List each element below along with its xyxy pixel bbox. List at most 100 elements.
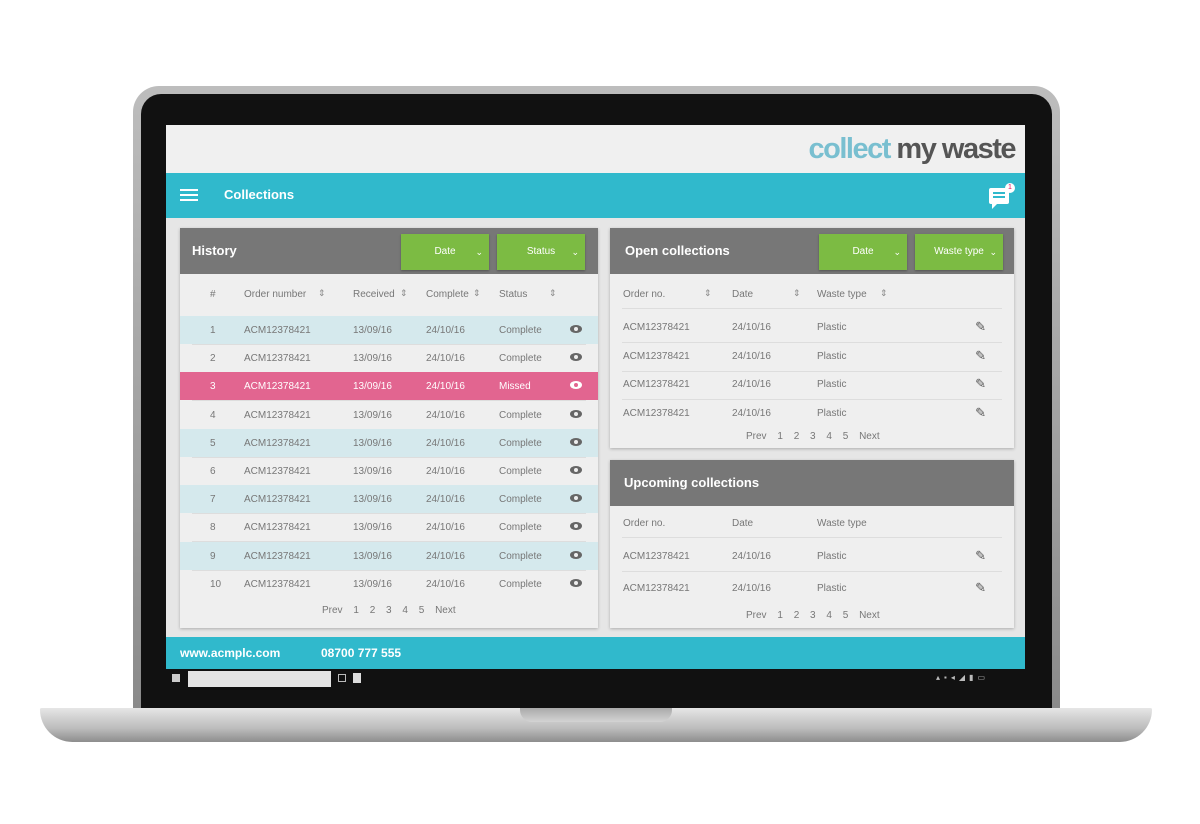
- edit-icon[interactable]: ✎: [975, 348, 986, 364]
- edit-icon[interactable]: ✎: [975, 580, 986, 596]
- sort-icon[interactable]: ⇕: [473, 288, 481, 299]
- cell-received: 13/09/16: [353, 494, 392, 506]
- cell-type: Plastic: [817, 350, 847, 362]
- page-link[interactable]: 2: [370, 605, 376, 616]
- page-link[interactable]: 4: [402, 605, 408, 616]
- sort-icon[interactable]: ⇕: [704, 288, 712, 299]
- sort-icon[interactable]: ⇕: [880, 288, 888, 299]
- cell-received: 13/09/16: [353, 550, 392, 562]
- cell-date: 24/10/16: [732, 407, 771, 419]
- cell-order: ACM12378421: [623, 379, 690, 390]
- windows-start-icon[interactable]: [172, 674, 180, 682]
- column-header[interactable]: Received: [353, 289, 395, 300]
- chevron-down-icon: ⌄: [989, 247, 997, 257]
- website-link[interactable]: www.acmplc.com: [180, 646, 280, 660]
- system-tray[interactable]: ▴▪◂◢▮▭: [936, 673, 989, 682]
- table-row[interactable]: 3 ACM12378421 13/09/16 24/10/16 Missed: [180, 372, 598, 401]
- table-row[interactable]: 6 ACM12378421 13/09/16 24/10/16 Complete: [180, 457, 598, 485]
- taskbar-search[interactable]: [188, 671, 331, 687]
- page-link[interactable]: 5: [419, 605, 425, 616]
- page-link[interactable]: 4: [826, 610, 832, 621]
- page-link[interactable]: 1: [777, 431, 783, 442]
- page-link[interactable]: 3: [386, 605, 392, 616]
- cell-complete: 24/10/16: [426, 409, 465, 421]
- cell-order: ACM12378421: [244, 494, 311, 506]
- store-icon[interactable]: [353, 673, 361, 683]
- header-divider: [622, 308, 1002, 309]
- column-header[interactable]: Waste type: [817, 289, 867, 300]
- cell-date: 24/10/16: [732, 551, 771, 562]
- upcoming-header: Upcoming collections: [610, 460, 1014, 506]
- column-header[interactable]: Status: [499, 289, 527, 300]
- cell-n: 5: [210, 437, 216, 449]
- column-header[interactable]: Order no.: [623, 289, 665, 300]
- cell-status: Complete: [499, 437, 542, 449]
- column-header[interactable]: #: [210, 289, 216, 300]
- view-icon[interactable]: [570, 353, 582, 362]
- page-link[interactable]: Prev: [746, 431, 767, 442]
- table-row[interactable]: 8 ACM12378421 13/09/16 24/10/16 Complete: [180, 513, 598, 541]
- table-row[interactable]: 7 ACM12378421 13/09/16 24/10/16 Complete: [180, 485, 598, 514]
- pagination: Prev 1 2 3 4 5 Next: [746, 431, 880, 442]
- upcoming-collections-panel: Upcoming collections Order no. Date Waste …: [610, 460, 1014, 628]
- menu-icon[interactable]: [180, 189, 198, 201]
- edit-icon[interactable]: ✎: [975, 405, 986, 421]
- date-filter-button[interactable]: Date ⌄: [819, 234, 907, 270]
- cell-order: ACM12378421: [244, 466, 311, 477]
- page-link[interactable]: 1: [777, 610, 783, 621]
- waste-type-filter-button[interactable]: Waste type ⌄: [915, 234, 1003, 270]
- view-icon[interactable]: [570, 381, 582, 390]
- view-icon[interactable]: [570, 409, 582, 418]
- view-icon[interactable]: [570, 325, 582, 333]
- column-header[interactable]: Date: [732, 289, 753, 300]
- cell-complete: 24/10/16: [426, 550, 465, 562]
- page-link[interactable]: Next: [435, 605, 456, 616]
- table-row[interactable]: 1 ACM12378421 13/09/16 24/10/16 Complete: [180, 316, 598, 344]
- status-filter-button[interactable]: Status ⌄: [497, 234, 585, 270]
- page-link[interactable]: 3: [810, 610, 816, 621]
- view-icon[interactable]: [570, 550, 582, 559]
- view-icon[interactable]: [570, 494, 582, 503]
- page-link[interactable]: 2: [794, 431, 800, 442]
- cell-complete: 24/10/16: [426, 466, 465, 477]
- view-icon[interactable]: [570, 522, 582, 531]
- cell-status: Complete: [499, 550, 542, 562]
- cell-received: 13/09/16: [353, 466, 392, 477]
- page-link[interactable]: 4: [826, 431, 832, 442]
- task-view-icon[interactable]: [338, 674, 346, 682]
- page-link[interactable]: Next: [859, 431, 880, 442]
- open-header: Open collections Date ⌄ Waste type ⌄: [610, 228, 1014, 274]
- notification-badge: 1: [1005, 183, 1015, 193]
- page-link[interactable]: 5: [843, 610, 849, 621]
- edit-icon[interactable]: ✎: [975, 319, 986, 335]
- date-filter-button[interactable]: Date ⌄: [401, 234, 489, 270]
- table-row[interactable]: 9 ACM12378421 13/09/16 24/10/16 Complete: [180, 541, 598, 570]
- view-icon[interactable]: [570, 437, 582, 446]
- cell-type: Plastic: [817, 379, 847, 390]
- view-icon[interactable]: [570, 578, 582, 587]
- page-link[interactable]: 3: [810, 431, 816, 442]
- column-header[interactable]: Complete: [426, 289, 469, 300]
- sort-icon[interactable]: ⇕: [549, 288, 557, 299]
- page-link[interactable]: 5: [843, 431, 849, 442]
- column-header[interactable]: Order number: [244, 289, 306, 300]
- cell-status: Missed: [499, 381, 531, 393]
- page-link[interactable]: Prev: [322, 605, 343, 616]
- table-row[interactable]: 10 ACM12378421 13/09/16 24/10/16 Complete: [180, 570, 598, 598]
- sort-icon[interactable]: ⇕: [793, 288, 801, 299]
- cell-complete: 24/10/16: [426, 522, 465, 534]
- page-link[interactable]: Next: [859, 610, 880, 621]
- table-row[interactable]: 5 ACM12378421 13/09/16 24/10/16 Complete: [180, 428, 598, 457]
- edit-icon[interactable]: ✎: [975, 376, 986, 392]
- table-row[interactable]: 4 ACM12378421 13/09/16 24/10/16 Complete: [180, 401, 598, 429]
- page-link[interactable]: 1: [353, 605, 359, 616]
- sort-icon[interactable]: ⇕: [400, 288, 408, 299]
- view-icon[interactable]: [570, 466, 582, 474]
- table-row[interactable]: 2 ACM12378421 13/09/16 24/10/16 Complete: [180, 344, 598, 372]
- edit-icon[interactable]: ✎: [975, 548, 986, 564]
- cell-n: 3: [210, 381, 216, 393]
- page-link[interactable]: Prev: [746, 610, 767, 621]
- sort-icon[interactable]: ⇕: [318, 288, 326, 299]
- open-title: Open collections: [625, 243, 730, 258]
- page-link[interactable]: 2: [794, 610, 800, 621]
